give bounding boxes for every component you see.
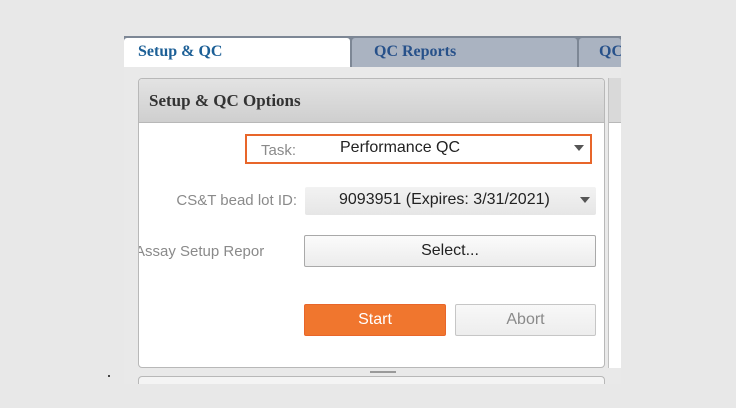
- chevron-down-icon: [574, 145, 584, 151]
- lower-panel-edge: [138, 376, 605, 384]
- abort-button[interactable]: Abort: [455, 304, 596, 336]
- start-button[interactable]: Start: [304, 304, 446, 336]
- task-dropdown-value: Performance QC: [340, 139, 461, 156]
- bead-lot-label: CS&T bead lot ID:: [176, 192, 297, 209]
- stray-dot: [108, 375, 110, 377]
- setup-qc-options-panel: Setup & QC Options Task: Performance QC …: [138, 78, 605, 368]
- bead-lot-dropdown-value: 9093951 (Expires: 3/31/2021): [339, 191, 550, 208]
- application-window: Setup & QC QC Reports QC Setup & QC Opti…: [124, 36, 621, 384]
- select-button[interactable]: Select...: [304, 235, 596, 267]
- adjacent-panel-edge: [608, 78, 621, 368]
- tab-bar: Setup & QC QC Reports QC: [124, 36, 621, 67]
- tab-setup-qc[interactable]: Setup & QC: [124, 38, 350, 67]
- panel-title: Setup & QC Options: [139, 79, 604, 123]
- chevron-down-icon: [580, 197, 590, 203]
- task-dropdown[interactable]: Performance QC: [306, 135, 590, 163]
- tab-qc-reports[interactable]: QC Reports: [352, 38, 577, 67]
- tab-qc-truncated[interactable]: QC: [579, 38, 621, 67]
- bead-lot-dropdown[interactable]: 9093951 (Expires: 3/31/2021): [305, 187, 596, 215]
- assay-setup-report-label: Assay Setup Repor: [138, 243, 265, 260]
- resize-grip[interactable]: [370, 371, 396, 373]
